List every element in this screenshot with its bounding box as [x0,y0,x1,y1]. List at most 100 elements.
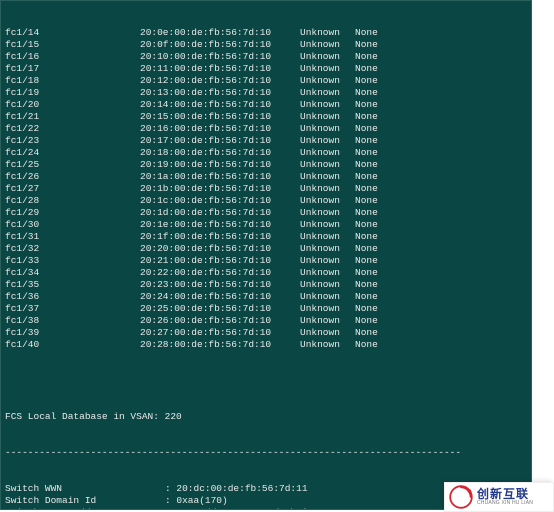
cell-interface: fc1/24 [5,147,140,159]
cell-fwwn: 20:25:00:de:fb:56:7d:10 [140,303,300,315]
cell-fwwn: 20:16:00:de:fb:56:7d:10 [140,123,300,135]
cell-fwwn: 20:12:00:de:fb:56:7d:10 [140,75,300,87]
table-row: fc1/3120:1f:00:de:fb:56:7d:10UnknownNone [5,231,527,243]
cell-type: Unknown [300,51,355,63]
cell-type: Unknown [300,195,355,207]
cell-interface: fc1/30 [5,219,140,231]
table-row: fc1/3020:1e:00:de:fb:56:7d:10UnknownNone [5,219,527,231]
cell-type: Unknown [300,75,355,87]
watermark-logo: 创新互联 CHUANG XIN HU LIAN [444,482,554,512]
cell-interface: fc1/14 [5,27,140,39]
cell-fwwn: 20:18:00:de:fb:56:7d:10 [140,147,300,159]
cell-fwwn: 20:28:00:de:fb:56:7d:10 [140,339,300,351]
cell-fwwn: 20:1e:00:de:fb:56:7d:10 [140,219,300,231]
cell-fwwn: 20:14:00:de:fb:56:7d:10 [140,99,300,111]
cell-interface: fc1/29 [5,207,140,219]
table-row: fc1/3720:25:00:de:fb:56:7d:10UnknownNone [5,303,527,315]
cell-type: Unknown [300,339,355,351]
cell-fwwn: 20:15:00:de:fb:56:7d:10 [140,111,300,123]
table-row: fc1/1820:12:00:de:fb:56:7d:10UnknownNone [5,75,527,87]
cell-attached: None [355,87,527,99]
table-row: fc1/4020:28:00:de:fb:56:7d:10UnknownNone [5,339,527,351]
cell-fwwn: 20:24:00:de:fb:56:7d:10 [140,291,300,303]
cell-fwwn: 20:27:00:de:fb:56:7d:10 [140,327,300,339]
cell-attached: None [355,339,527,351]
kv-key: Switch WWN [5,483,165,495]
cell-type: Unknown [300,63,355,75]
cell-attached: None [355,279,527,291]
cell-interface: fc1/33 [5,255,140,267]
cell-attached: None [355,111,527,123]
table-row: fc1/1420:0e:00:de:fb:56:7d:10UnknownNone [5,27,527,39]
cell-attached: None [355,267,527,279]
cell-interface: fc1/35 [5,279,140,291]
cell-fwwn: 20:0e:00:de:fb:56:7d:10 [140,27,300,39]
cell-fwwn: 20:10:00:de:fb:56:7d:10 [140,51,300,63]
cell-attached: None [355,315,527,327]
cell-fwwn: 20:1a:00:de:fb:56:7d:10 [140,171,300,183]
cell-type: Unknown [300,147,355,159]
cell-fwwn: 20:17:00:de:fb:56:7d:10 [140,135,300,147]
cell-fwwn: 20:0f:00:de:fb:56:7d:10 [140,39,300,51]
cell-fwwn: 20:20:00:de:fb:56:7d:10 [140,243,300,255]
table-row: fc1/1620:10:00:de:fb:56:7d:10UnknownNone [5,51,527,63]
cell-attached: None [355,27,527,39]
cell-interface: fc1/37 [5,303,140,315]
cell-attached: None [355,75,527,87]
table-row: fc1/2120:15:00:de:fb:56:7d:10UnknownNone [5,111,527,123]
cell-attached: None [355,123,527,135]
logo-text-cn: 创新互联 [477,488,549,500]
cell-fwwn: 20:13:00:de:fb:56:7d:10 [140,87,300,99]
cell-interface: fc1/16 [5,51,140,63]
cell-type: Unknown [300,219,355,231]
cell-type: Unknown [300,255,355,267]
cell-fwwn: 20:23:00:de:fb:56:7d:10 [140,279,300,291]
divider: ----------------------------------------… [5,447,527,459]
table-row: fc1/3220:20:00:de:fb:56:7d:10UnknownNone [5,243,527,255]
table-row: fc1/3620:24:00:de:fb:56:7d:10UnknownNone [5,291,527,303]
cell-type: Unknown [300,27,355,39]
cell-type: Unknown [300,183,355,195]
cell-interface: fc1/25 [5,159,140,171]
cell-attached: None [355,255,527,267]
logo-icon [449,485,473,509]
cell-type: Unknown [300,159,355,171]
cell-attached: None [355,99,527,111]
cell-type: Unknown [300,39,355,51]
cell-type: Unknown [300,171,355,183]
table-row: fc1/2220:16:00:de:fb:56:7d:10UnknownNone [5,123,527,135]
cell-interface: fc1/15 [5,39,140,51]
cell-type: Unknown [300,87,355,99]
table-row: fc1/2720:1b:00:de:fb:56:7d:10UnknownNone [5,183,527,195]
cell-interface: fc1/39 [5,327,140,339]
cell-fwwn: 20:1f:00:de:fb:56:7d:10 [140,231,300,243]
cell-type: Unknown [300,291,355,303]
cell-interface: fc1/31 [5,231,140,243]
table-row: fc1/2420:18:00:de:fb:56:7d:10UnknownNone [5,147,527,159]
table-row: fc1/2820:1c:00:de:fb:56:7d:10UnknownNone [5,195,527,207]
table-row: fc1/2320:17:00:de:fb:56:7d:10UnknownNone [5,135,527,147]
cell-type: Unknown [300,315,355,327]
cell-fwwn: 20:26:00:de:fb:56:7d:10 [140,315,300,327]
table-row: fc1/3820:26:00:de:fb:56:7d:10UnknownNone [5,315,527,327]
cell-interface: fc1/27 [5,183,140,195]
cell-interface: fc1/18 [5,75,140,87]
cell-attached: None [355,39,527,51]
cell-type: Unknown [300,135,355,147]
cell-type: Unknown [300,303,355,315]
table-row: fc1/1520:0f:00:de:fb:56:7d:10UnknownNone [5,39,527,51]
cell-type: Unknown [300,279,355,291]
cell-type: Unknown [300,243,355,255]
logo-text-en: CHUANG XIN HU LIAN [477,500,549,506]
cell-attached: None [355,291,527,303]
cell-attached: None [355,171,527,183]
cell-interface: fc1/34 [5,267,140,279]
cell-fwwn: 20:11:00:de:fb:56:7d:10 [140,63,300,75]
cell-interface: fc1/32 [5,243,140,255]
cell-type: Unknown [300,123,355,135]
cell-interface: fc1/38 [5,315,140,327]
table-row: fc1/2520:19:00:de:fb:56:7d:10UnknownNone [5,159,527,171]
table-row: fc1/1720:11:00:de:fb:56:7d:10UnknownNone [5,63,527,75]
cell-attached: None [355,219,527,231]
cell-interface: fc1/21 [5,111,140,123]
